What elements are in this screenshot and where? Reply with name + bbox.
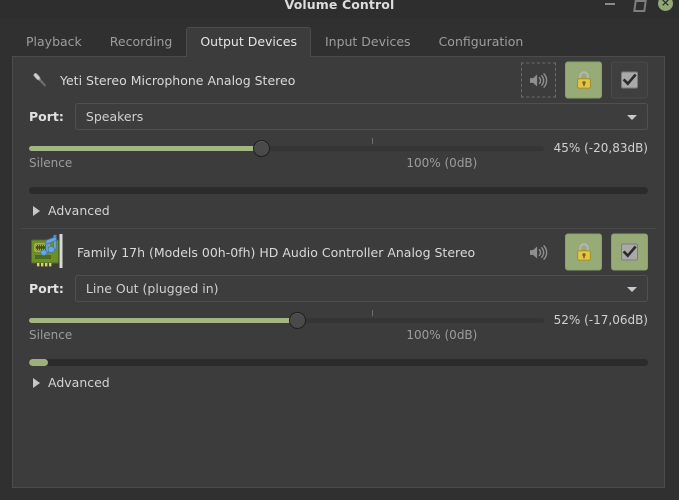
port-label: Port: xyxy=(29,109,64,124)
output-devices-panel: Yeti Stereo Microphone Analog Stereo Por… xyxy=(12,56,665,488)
slider-fill xyxy=(29,318,297,323)
mute-button[interactable] xyxy=(521,235,556,270)
microphone-icon xyxy=(29,69,51,91)
tab-input-devices[interactable]: Input Devices xyxy=(311,27,425,57)
checkmark-icon xyxy=(619,242,640,263)
tab-recording[interactable]: Recording xyxy=(96,27,187,57)
device-header: Family 17h (Models 00h-0fh) HD Audio Con… xyxy=(29,229,648,275)
advanced-label: Advanced xyxy=(48,203,110,218)
device-card: Family 17h (Models 00h-0fh) HD Audio Con… xyxy=(13,229,664,400)
volume-slider[interactable] xyxy=(29,310,544,329)
speaker-icon xyxy=(529,72,548,88)
close-icon: × xyxy=(660,0,671,9)
soundcard-icon xyxy=(29,232,73,272)
set-default-button[interactable] xyxy=(611,61,648,99)
lock-volume-button[interactable] xyxy=(565,233,602,271)
port-select[interactable]: Speakers xyxy=(74,103,648,130)
tab-bar: Playback Recording Output Devices Input … xyxy=(0,19,679,57)
volume-slider-block: 52% (-17,06dB) Silence 100% (0dB) xyxy=(29,310,648,349)
lock-icon xyxy=(574,70,594,91)
slider-handle[interactable] xyxy=(288,312,306,329)
window-title: Volume Control xyxy=(284,0,395,12)
tab-output-devices[interactable]: Output Devices xyxy=(186,27,311,57)
slider-scale-labels: Silence 100% (0dB) xyxy=(29,156,648,173)
chevron-down-icon xyxy=(627,114,637,120)
level-meter-fill xyxy=(29,359,48,366)
advanced-expander[interactable]: Advanced xyxy=(29,194,648,228)
window-controls: × xyxy=(602,0,673,11)
chevron-right-icon xyxy=(33,377,40,388)
volume-slider[interactable] xyxy=(29,138,544,157)
volume-value-label: 52% (-17,06dB) xyxy=(553,313,648,327)
port-value: Speakers xyxy=(85,109,144,124)
mute-button[interactable] xyxy=(521,62,556,98)
level-meter xyxy=(29,187,648,194)
lock-volume-button[interactable] xyxy=(565,61,602,99)
speaker-icon xyxy=(529,244,548,260)
close-button[interactable]: × xyxy=(658,0,673,11)
volume-control-window: Volume Control × Playback Recording Outp… xyxy=(0,0,679,500)
device-header: Yeti Stereo Microphone Analog Stereo xyxy=(29,57,648,103)
device-controls xyxy=(521,233,648,271)
port-row: Port: Line Out (plugged in) xyxy=(29,275,648,311)
port-row: Port: Speakers xyxy=(29,103,648,139)
slider-fill xyxy=(29,146,261,151)
tab-playback[interactable]: Playback xyxy=(12,27,96,57)
device-card: Yeti Stereo Microphone Analog Stereo Por… xyxy=(13,57,664,228)
level-meter xyxy=(29,359,648,366)
lock-icon xyxy=(574,242,594,263)
checkmark-icon xyxy=(619,70,640,91)
titlebar: Volume Control × xyxy=(0,0,679,20)
slider-scale-labels: Silence 100% (0dB) xyxy=(29,328,648,345)
slider-handle[interactable] xyxy=(252,140,270,157)
minimize-button[interactable] xyxy=(602,0,618,11)
slider-min-label: Silence xyxy=(29,156,73,170)
advanced-label: Advanced xyxy=(48,375,110,390)
volume-value-label: 45% (-20,83dB) xyxy=(553,141,648,155)
advanced-expander[interactable]: Advanced xyxy=(29,366,648,400)
slider-min-label: Silence xyxy=(29,328,73,342)
device-name: Yeti Stereo Microphone Analog Stereo xyxy=(60,72,296,88)
device-controls xyxy=(521,61,648,99)
port-select[interactable]: Line Out (plugged in) xyxy=(74,275,648,302)
slider-base-label: 100% (0dB) xyxy=(406,156,478,170)
port-value: Line Out (plugged in) xyxy=(85,281,219,296)
tab-configuration[interactable]: Configuration xyxy=(425,27,538,57)
maximize-button[interactable] xyxy=(630,0,646,11)
volume-slider-block: 45% (-20,83dB) Silence 100% (0dB) xyxy=(29,138,648,177)
slider-base-tick xyxy=(372,310,374,316)
chevron-down-icon xyxy=(627,286,637,292)
chevron-right-icon xyxy=(33,205,40,216)
set-default-button[interactable] xyxy=(611,233,648,271)
slider-base-tick xyxy=(372,138,374,144)
slider-base-label: 100% (0dB) xyxy=(406,328,478,342)
port-label: Port: xyxy=(29,281,64,296)
device-name: Family 17h (Models 00h-0fh) HD Audio Con… xyxy=(77,244,476,260)
